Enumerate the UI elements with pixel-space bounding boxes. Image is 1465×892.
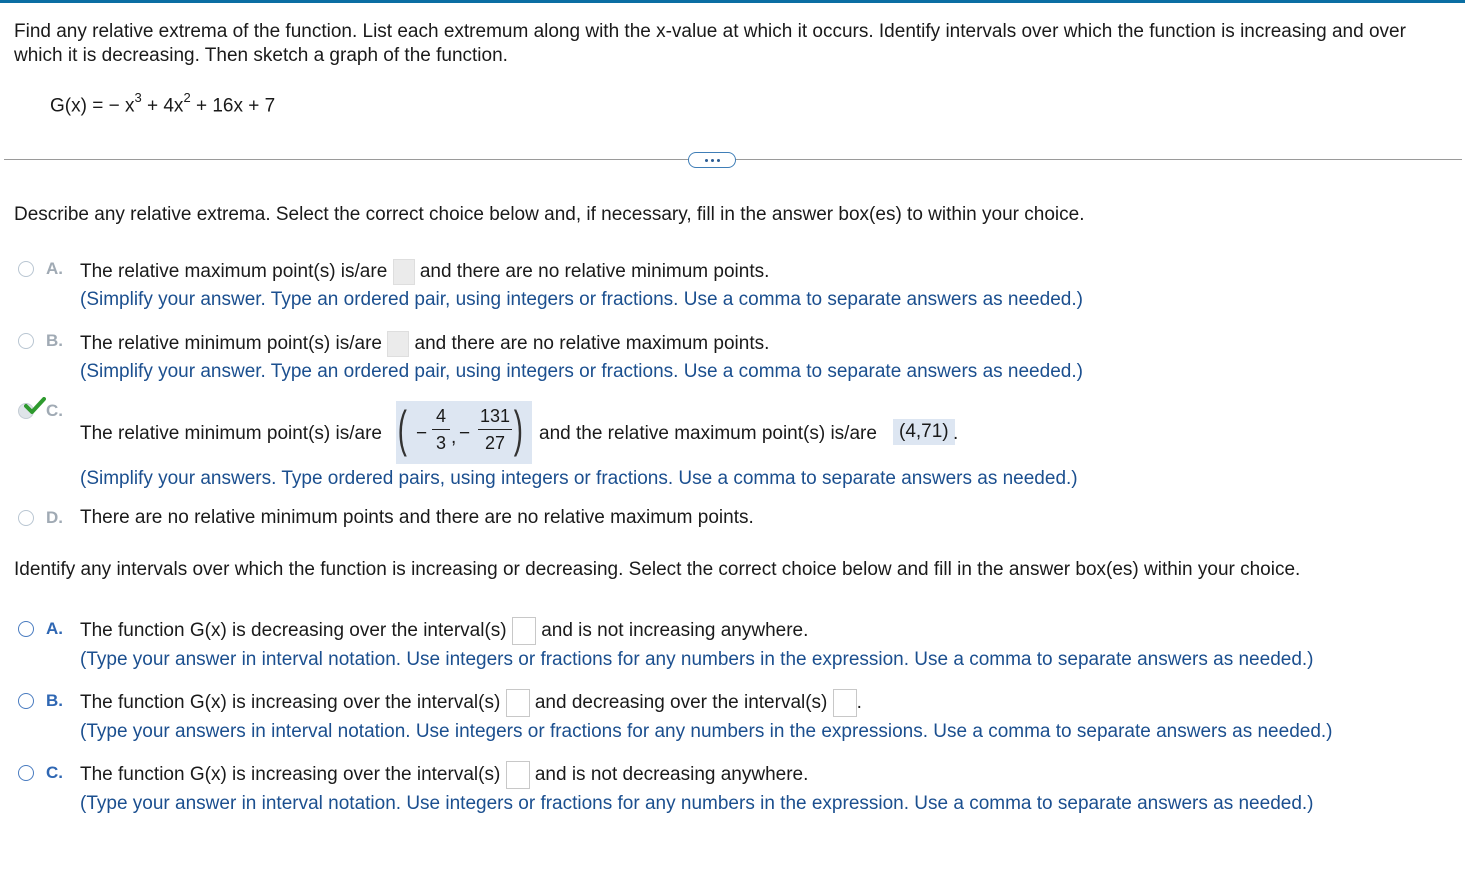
- part1-choice-b-letter: B.: [46, 331, 63, 350]
- part2-choice-a-radio[interactable]: [18, 621, 34, 637]
- part2-choice-c-text: The function G(x) is increasing over the…: [80, 760, 808, 790]
- part1-choice-a-hint: (Simplify your answer. Type an ordered p…: [80, 289, 1083, 310]
- part1-choice-c-hint: (Simplify your answers. Type ordered pai…: [80, 468, 1078, 489]
- question-text: Find any relative extrema of the functio…: [14, 21, 1406, 66]
- part1-choice-b-hint: (Simplify your answer. Type an ordered p…: [80, 361, 1083, 382]
- part1-c-min-answer-box[interactable]: ( − 4 3 , − 131 27 ): [396, 401, 532, 464]
- part2-b-increasing-box[interactable]: [505, 688, 530, 717]
- left-paren-icon: (: [397, 401, 407, 457]
- part1-choice-a-letter: A.: [46, 259, 63, 278]
- part2-choice-c-letter: C.: [46, 763, 63, 782]
- top-accent-bar: [0, 0, 1465, 3]
- part2-choice-c-hint: (Type your answer in interval notation. …: [80, 793, 1314, 814]
- part1-choice-d-text: There are no relative minimum points and…: [80, 507, 754, 528]
- part2-b-decreasing-box[interactable]: [832, 688, 857, 717]
- part2-choice-b-letter: B.: [46, 691, 63, 710]
- ellipsis-icon: [704, 158, 708, 162]
- part1-prompt: Describe any relative extrema. Select th…: [14, 204, 1085, 225]
- part2-choice-a-text: The function G(x) is decreasing over the…: [80, 616, 808, 646]
- part1-choice-d-radio[interactable]: [18, 510, 34, 526]
- part1-choice-b-radio[interactable]: [18, 333, 34, 349]
- min-y-fraction: 131 27: [478, 406, 512, 453]
- min-x-fraction: 4 3: [432, 405, 450, 454]
- part2-choice-b-radio[interactable]: [18, 693, 34, 709]
- expand-more-button[interactable]: [688, 152, 736, 168]
- part1-choice-a-text: The relative maximum point(s) is/are and…: [80, 258, 769, 286]
- part1-choice-c-letter: C.: [46, 401, 63, 420]
- part1-choice-c-pre: The relative minimum point(s) is/are: [80, 423, 382, 444]
- part2-a-answer-box[interactable]: [511, 616, 536, 645]
- part1-c-max-answer-box[interactable]: (4,71): [893, 419, 955, 445]
- part2-choice-a-letter: A.: [46, 619, 63, 638]
- checkmark-icon: [24, 397, 46, 414]
- part1-b-answer-box[interactable]: [387, 330, 410, 357]
- part2-prompt: Identify any intervals over which the fu…: [14, 559, 1301, 580]
- part2-choice-c-radio[interactable]: [18, 765, 34, 781]
- part1-a-answer-box[interactable]: [392, 258, 415, 285]
- function-formula: G(x) = − x3 + 4x2 + 16x + 7: [50, 90, 276, 117]
- part2-c-answer-box[interactable]: [505, 760, 530, 789]
- right-paren-icon: ): [513, 401, 523, 457]
- part1-choice-a-radio[interactable]: [18, 261, 34, 277]
- part2-choice-b-hint: (Type your answers in interval notation.…: [80, 721, 1333, 742]
- part1-choice-d-letter: D.: [46, 508, 63, 527]
- part1-choice-c-mid: and the relative maximum point(s) is/are: [539, 423, 877, 444]
- part2-choice-a-hint: (Type your answer in interval notation. …: [80, 649, 1314, 670]
- part2-choice-b-text: The function G(x) is increasing over the…: [80, 688, 862, 718]
- part1-choice-b-text: The relative minimum point(s) is/are and…: [80, 330, 769, 358]
